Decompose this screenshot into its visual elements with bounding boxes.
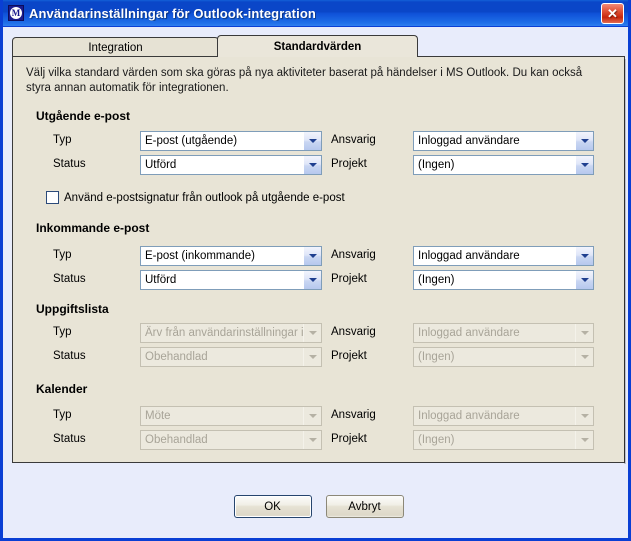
combo-typ-kalender-value: Möte [145,410,171,422]
label-projekt-utgaende: Projekt [331,158,367,170]
combo-status-inkommande[interactable]: Utförd [140,270,322,290]
label-ansvarig-utgaende: Ansvarig [331,134,376,146]
chevron-down-icon [303,431,321,449]
section-title-utgaende-epost: Utgående e-post [36,109,131,123]
checkbox-use-outlook-signature-label: Använd e-postsignatur från outlook på ut… [64,191,345,204]
chevron-down-icon [575,132,593,150]
combo-typ-utgaende[interactable]: E-post (utgående) [140,131,322,151]
chevron-down-icon [575,407,593,425]
combo-ansvarig-utgaende[interactable]: Inloggad användare [413,131,594,151]
combo-projekt-utgaende[interactable]: (Ingen) [413,155,594,175]
combo-projekt-inkommande[interactable]: (Ingen) [413,270,594,290]
combo-typ-uppgiftslista: Ärv från användarinställningar i a [140,323,322,343]
combo-projekt-uppgiftslista: (Ingen) [413,347,594,367]
dialog-buttons: OK Avbryt [3,495,628,518]
dialog-window: M Användarinställningar för Outlook-inte… [0,0,631,541]
label-ansvarig-inkommande: Ansvarig [331,249,376,261]
combo-typ-utgaende-value: E-post (utgående) [145,135,238,147]
combo-status-uppgiftslista: Obehandlad [140,347,322,367]
label-projekt-inkommande: Projekt [331,273,367,285]
combo-ansvarig-uppgiftslista-value: Inloggad användare [418,327,520,339]
tab-standardvarden-label: Standardvärden [273,40,362,53]
chevron-down-icon [575,156,593,174]
section-title-uppgiftslista: Uppgiftslista [36,302,109,316]
checkbox-box-icon [46,191,59,204]
label-typ-uppgiftslista: Typ [53,326,72,338]
combo-projekt-kalender: (Ingen) [413,430,594,450]
combo-status-kalender-value: Obehandlad [145,434,208,446]
combo-projekt-inkommande-value: (Ingen) [418,274,455,286]
label-ansvarig-kalender: Ansvarig [331,409,376,421]
combo-typ-kalender: Möte [140,406,322,426]
combo-ansvarig-kalender: Inloggad användare [413,406,594,426]
window-title: Användarinställningar för Outlook-integr… [29,5,316,21]
section-title-inkommande-epost: Inkommande e-post [36,221,150,235]
label-typ-kalender: Typ [53,409,72,421]
tab-standardvarden[interactable]: Standardvärden [217,35,418,57]
tab-integration-label: Integration [88,41,143,54]
titlebar: M Användarinställningar för Outlook-inte… [3,0,628,27]
label-status-uppgiftslista: Status [53,350,86,362]
label-projekt-kalender: Projekt [331,433,367,445]
tab-integration[interactable]: Integration [12,37,219,57]
label-projekt-uppgiftslista: Projekt [331,350,367,362]
cancel-button[interactable]: Avbryt [325,495,404,518]
combo-ansvarig-utgaende-value: Inloggad användare [418,135,520,147]
combo-status-inkommande-value: Utförd [145,274,177,286]
chevron-down-icon [303,407,321,425]
chevron-down-icon [303,324,321,342]
chevron-down-icon [575,431,593,449]
combo-typ-uppgiftslista-value: Ärv från användarinställningar i a [145,327,303,339]
tabstrip: Integration Standardvärden [12,35,625,57]
label-status-inkommande: Status [53,273,86,285]
combo-typ-inkommande-value: E-post (inkommande) [145,250,255,262]
label-typ-utgaende: Typ [53,134,72,146]
chevron-down-icon [303,156,321,174]
tab-panel-standardvarden: Välj vilka standard värden som ska göras… [12,56,626,464]
combo-status-utgaende[interactable]: Utförd [140,155,322,175]
close-icon[interactable]: ✕ [601,2,624,24]
label-typ-inkommande: Typ [53,249,72,261]
combo-status-kalender: Obehandlad [140,430,322,450]
section-title-kalender: Kalender [36,382,88,396]
chevron-down-icon [575,324,593,342]
chevron-down-icon [575,348,593,366]
combo-projekt-uppgiftslista-value: (Ingen) [418,351,455,363]
combo-ansvarig-uppgiftslista: Inloggad användare [413,323,594,343]
combo-projekt-kalender-value: (Ingen) [418,434,455,446]
label-status-kalender: Status [53,433,86,445]
app-icon-letter: M [10,7,22,19]
combo-status-uppgiftslista-value: Obehandlad [145,351,208,363]
combo-ansvarig-inkommande[interactable]: Inloggad användare [413,246,594,266]
combo-projekt-utgaende-value: (Ingen) [418,159,455,171]
chevron-down-icon [575,247,593,265]
chevron-down-icon [303,132,321,150]
chevron-down-icon [303,271,321,289]
chevron-down-icon [303,348,321,366]
intro-text: Välj vilka standard värden som ska göras… [26,67,583,94]
outlook-integration-icon: M [8,5,24,21]
label-status-utgaende: Status [53,158,86,170]
label-ansvarig-uppgiftslista: Ansvarig [331,326,376,338]
ok-button[interactable]: OK [233,495,312,518]
combo-typ-inkommande[interactable]: E-post (inkommande) [140,246,322,266]
combo-ansvarig-inkommande-value: Inloggad användare [418,250,520,262]
combo-status-utgaende-value: Utförd [145,159,177,171]
chevron-down-icon [575,271,593,289]
combo-ansvarig-kalender-value: Inloggad användare [418,410,520,422]
checkbox-use-outlook-signature[interactable]: Använd e-postsignatur från outlook på ut… [46,191,345,204]
chevron-down-icon [303,247,321,265]
